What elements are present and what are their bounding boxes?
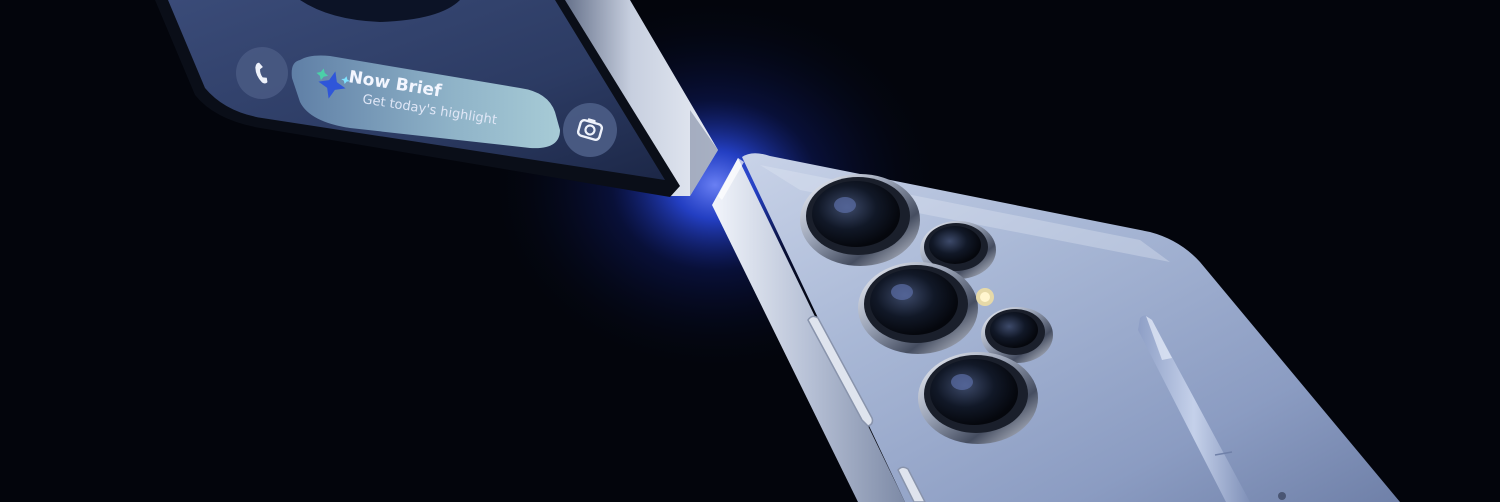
camera-shortcut[interactable] — [563, 103, 617, 157]
camera-flash — [976, 288, 994, 306]
hero-banner: Now Brief Get today's highlight — [0, 0, 1500, 502]
camera-lens-wide — [858, 262, 978, 354]
camera-lens-main — [800, 174, 920, 266]
phone-hero-scene: Now Brief Get today's highlight — [0, 0, 1500, 502]
phone-shortcut[interactable] — [236, 47, 288, 99]
camera-lens-periscope — [918, 352, 1038, 444]
